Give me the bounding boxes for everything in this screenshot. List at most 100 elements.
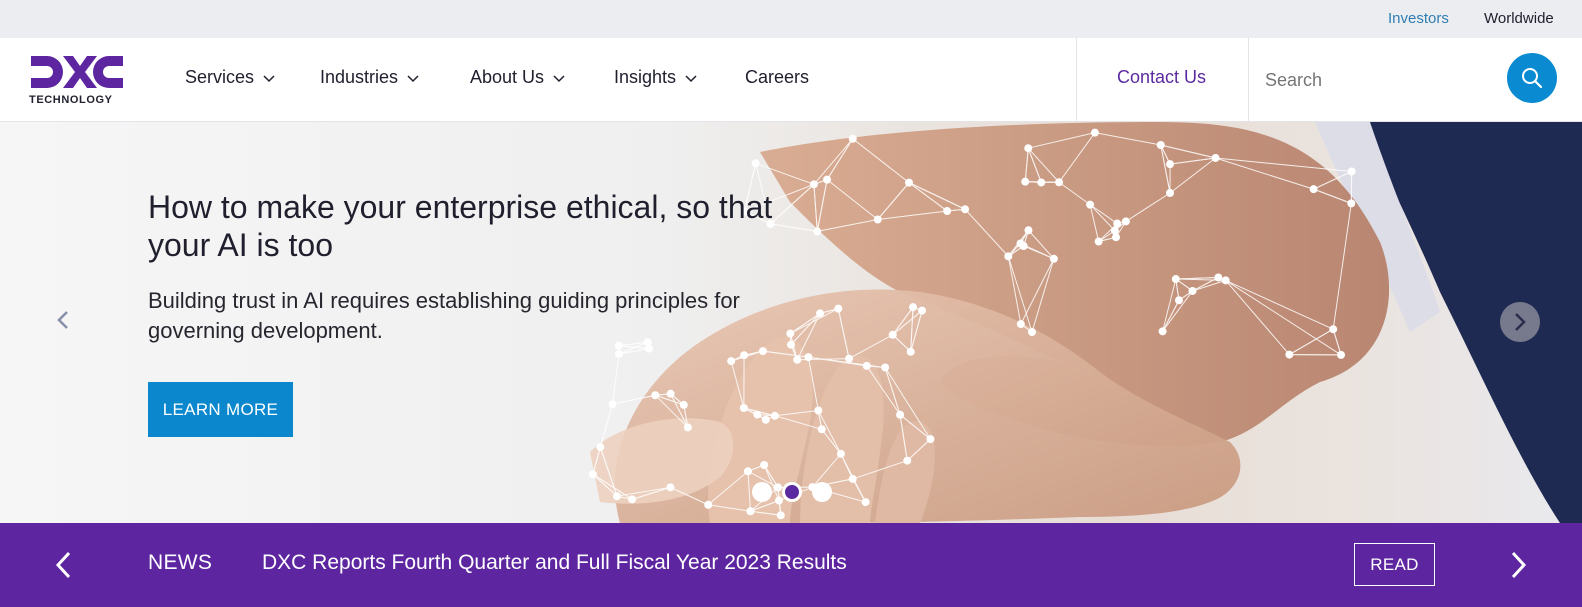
mesh-node <box>1121 217 1130 226</box>
mesh-node <box>1329 325 1338 334</box>
logo-subtext: TECHNOLOGY <box>29 94 113 106</box>
search-input[interactable] <box>1265 60 1480 100</box>
worldwide-link[interactable]: Worldwide <box>1484 10 1554 27</box>
search-icon <box>1522 68 1543 89</box>
mesh-node <box>746 507 755 516</box>
mesh-node <box>881 363 890 372</box>
mesh-node <box>683 423 692 432</box>
mesh-node <box>628 495 637 504</box>
mesh-node <box>909 303 918 312</box>
carousel-dot-2[interactable] <box>782 482 802 502</box>
mesh-node <box>679 400 688 409</box>
mesh-node <box>1347 199 1356 208</box>
mesh-node <box>1214 273 1223 282</box>
mesh-node <box>904 178 913 187</box>
mesh-node <box>804 353 813 362</box>
hero-headline: How to make your enterprise ethical, so … <box>148 189 773 263</box>
mesh-node <box>1024 226 1033 235</box>
mesh-node <box>596 443 605 452</box>
news-label: NEWS <box>148 551 213 574</box>
mesh-node <box>608 400 617 409</box>
mesh-node <box>761 415 770 424</box>
carousel-pagination <box>752 482 832 504</box>
mesh-node <box>926 435 935 444</box>
hero-subheadline: Building trust in AI requires establishi… <box>148 288 740 343</box>
mesh-node <box>1158 327 1167 336</box>
hero-carousel: How to make your enterprise ethical, so … <box>0 122 1582 523</box>
mesh-node <box>751 159 760 168</box>
mesh-node <box>1037 178 1046 187</box>
mesh-node <box>813 227 822 236</box>
nav-item-careers[interactable]: Careers <box>745 67 809 88</box>
mesh-node <box>861 498 870 507</box>
header-divider <box>1248 38 1249 122</box>
mesh-node <box>836 449 845 458</box>
mesh-node <box>834 304 843 313</box>
chevron-left-icon <box>55 551 71 579</box>
dxc-logo-icon <box>31 56 123 88</box>
nav-item-insights[interactable]: Insights <box>614 67 697 88</box>
mesh-node <box>943 207 952 216</box>
dxc-logo[interactable]: TECHNOLOGY <box>29 52 125 106</box>
mesh-node <box>1285 350 1294 359</box>
mesh-node <box>1337 350 1346 359</box>
carousel-prev-button[interactable] <box>48 305 78 335</box>
nav-item-services[interactable]: Services <box>185 67 275 88</box>
mesh-node <box>1347 167 1356 176</box>
mesh-node <box>906 347 915 356</box>
mesh-node <box>758 347 767 356</box>
chevron-down-icon <box>407 74 419 82</box>
mesh-node <box>961 205 970 214</box>
mesh-node <box>862 361 871 370</box>
mesh-node <box>588 470 597 479</box>
mesh-node <box>1094 237 1103 246</box>
mesh-node <box>845 354 854 363</box>
mesh-node <box>1021 177 1030 186</box>
news-next-button[interactable] <box>1504 548 1534 582</box>
mesh-node <box>814 406 823 415</box>
mesh-node <box>1055 178 1064 187</box>
contact-us-link[interactable]: Contact Us <box>1117 67 1206 88</box>
news-headline-link[interactable]: DXC Reports Fourth Quarter and Full Fisc… <box>262 551 847 575</box>
chevron-right-icon <box>1515 313 1526 331</box>
mesh-node <box>1309 185 1318 194</box>
news-ticker: NEWS DXC Reports Fourth Quarter and Full… <box>0 523 1582 607</box>
mesh-node <box>770 411 779 420</box>
mesh-node <box>1086 200 1095 209</box>
chevron-right-icon <box>1511 551 1527 579</box>
mesh-node <box>739 404 748 413</box>
carousel-dot-1[interactable] <box>752 482 772 502</box>
mesh-node <box>848 474 857 483</box>
mesh-node <box>1016 320 1025 329</box>
learn-more-button[interactable]: LEARN MORE <box>148 382 293 437</box>
mesh-node <box>1111 233 1120 242</box>
search-button[interactable] <box>1507 53 1557 103</box>
mesh-node <box>727 357 736 366</box>
main-header: TECHNOLOGY Services Industries About Us … <box>0 38 1582 122</box>
mesh-node <box>615 349 624 358</box>
chevron-down-icon <box>553 74 565 82</box>
mesh-node <box>903 456 912 465</box>
news-read-button[interactable]: READ <box>1354 543 1435 586</box>
mesh-node <box>1028 327 1037 336</box>
nav-item-label: Industries <box>320 67 399 87</box>
news-prev-button[interactable] <box>48 548 78 582</box>
mesh-node <box>666 483 675 492</box>
nav-item-about-us[interactable]: About Us <box>470 67 565 88</box>
carousel-next-button[interactable] <box>1500 302 1540 342</box>
mesh-node <box>1113 219 1122 228</box>
investors-link[interactable]: Investors <box>1388 10 1449 27</box>
mesh-node <box>613 492 622 501</box>
mesh-node <box>1024 144 1033 153</box>
mesh-node <box>1165 188 1174 197</box>
mesh-node <box>1174 296 1183 305</box>
mesh-node <box>666 389 675 398</box>
mesh-node <box>809 180 818 189</box>
nav-item-industries[interactable]: Industries <box>320 67 419 88</box>
carousel-dot-3[interactable] <box>812 482 832 502</box>
utility-bar: Investors Worldwide <box>0 0 1582 38</box>
mesh-node <box>848 134 857 143</box>
nav-item-label: Insights <box>614 67 677 87</box>
mesh-node <box>1171 275 1180 284</box>
mesh-node <box>817 425 826 434</box>
